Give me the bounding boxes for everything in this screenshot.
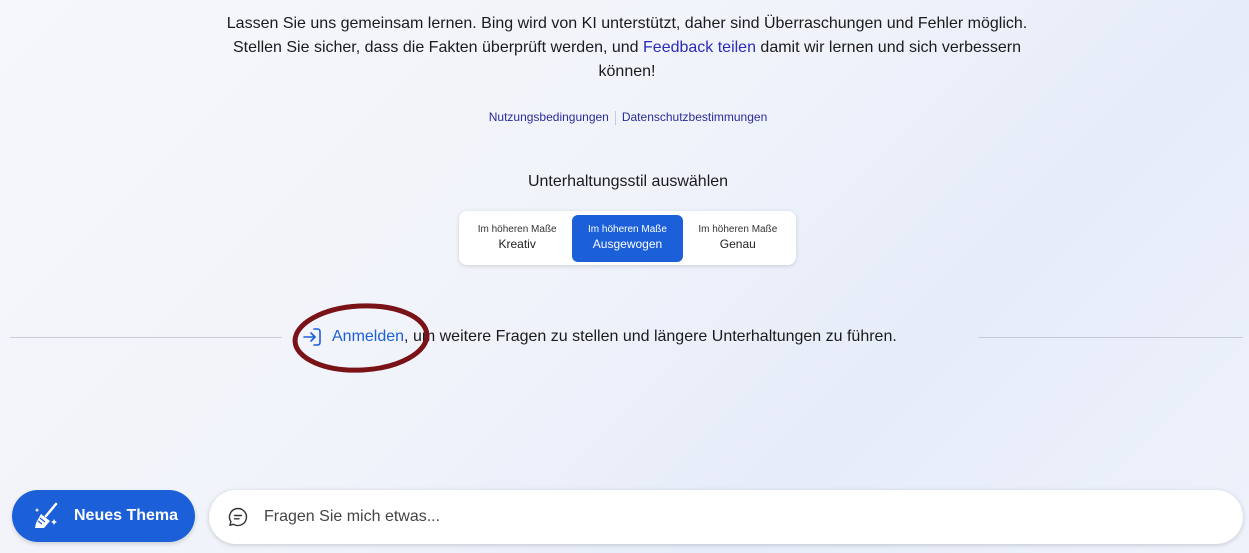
- privacy-link[interactable]: Datenschutzbestimmungen: [622, 110, 767, 124]
- divider-right: [978, 337, 1243, 338]
- legal-divider: [614, 110, 616, 125]
- signin-link[interactable]: Anmelden: [332, 328, 404, 346]
- style-option-precise[interactable]: Im höheren Maße Genau: [683, 215, 793, 262]
- style-option-balanced[interactable]: Im höheren Maße Ausgewogen: [572, 214, 683, 262]
- style-option-prefix: Im höheren Maße: [698, 224, 778, 235]
- style-option-prefix: Im höheren Maße: [477, 224, 557, 235]
- signin-text: , um weitere Fragen zu stellen und länge…: [404, 328, 897, 345]
- terms-link[interactable]: Nutzungsbedingungen: [489, 110, 609, 124]
- legal-links: Nutzungsbedingungen Datenschutzbestimmung…: [0, 109, 1249, 125]
- style-option-label: Ausgewogen: [592, 237, 663, 251]
- signin-prompt: Anmelden, um weitere Fragen zu stellen u…: [300, 325, 897, 349]
- divider-left: [10, 337, 282, 338]
- new-topic-button[interactable]: Neues Thema: [12, 490, 195, 542]
- chat-input[interactable]: [262, 507, 1243, 527]
- style-option-prefix: Im höheren Maße: [588, 224, 667, 235]
- style-option-label: Kreativ: [498, 237, 536, 251]
- chat-input-box[interactable]: [209, 490, 1243, 544]
- broom-icon: [34, 502, 58, 528]
- chat-bubble-icon: [228, 507, 248, 527]
- conversation-style-picker: Im höheren Maße Kreativ Im höheren Maße …: [459, 211, 796, 265]
- style-option-creative[interactable]: Im höheren Maße Kreativ: [462, 215, 572, 262]
- feedback-link[interactable]: Feedback teilen: [643, 39, 756, 56]
- style-option-label: Genau: [719, 237, 756, 251]
- sign-in-icon[interactable]: [300, 325, 324, 349]
- disclaimer: Lassen Sie uns gemeinsam lernen. Bing wi…: [214, 12, 1040, 84]
- conversation-style-title: Unterhaltungsstil auswählen: [527, 173, 729, 190]
- new-topic-label: Neues Thema: [74, 507, 179, 524]
